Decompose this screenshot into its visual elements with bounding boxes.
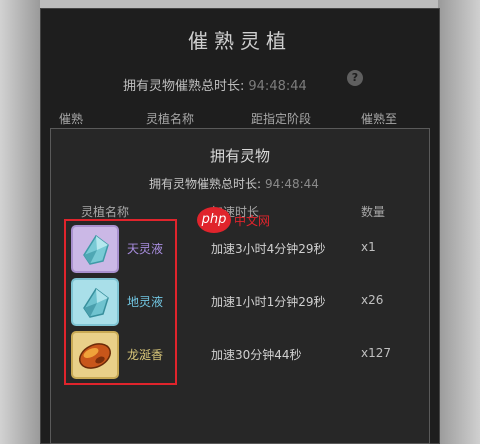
item-quantity: x26 [361,293,384,307]
dialog-total-label: 拥有灵物催熟总时长: [149,177,262,191]
watermark-text: 中文网 [234,214,271,228]
watermark-logo: php [197,207,231,233]
window-total-value: 94:48:44 [248,79,307,94]
window-total-label: 拥有灵物催熟总时长: [123,79,245,94]
highlight-box [64,219,177,385]
item-speedup: 加速3小时4分钟29秒 [211,242,326,256]
item-quantity: x1 [361,240,376,254]
background-left [0,0,40,444]
dialog-title: 拥有灵物 [209,147,270,165]
column-ripen-to: 催熟至 [361,112,398,126]
item-speedup: 加速1小时1分钟29秒 [211,295,326,309]
window-title: 催熟灵植 [188,29,292,53]
item-speedup: 加速30分钟44秒 [211,348,302,362]
dialog-total-time: 拥有灵物催熟总时长: 94:48:44 [149,175,319,192]
column-ripen: 催熟 [59,112,84,126]
help-icon[interactable]: ? [347,70,363,86]
column-plant-name: 灵植名称 [146,112,195,126]
item-quantity: x127 [361,346,392,360]
column-quantity: 数量 [361,205,386,219]
window-total-time: 拥有灵物催熟总时长: 94:48:44 [123,75,307,94]
dialog-total-value: 94:48:44 [265,177,319,191]
column-item-name: 灵植名称 [81,205,130,219]
background-right [438,0,480,444]
column-to-stage: 距指定阶段 [251,112,312,126]
